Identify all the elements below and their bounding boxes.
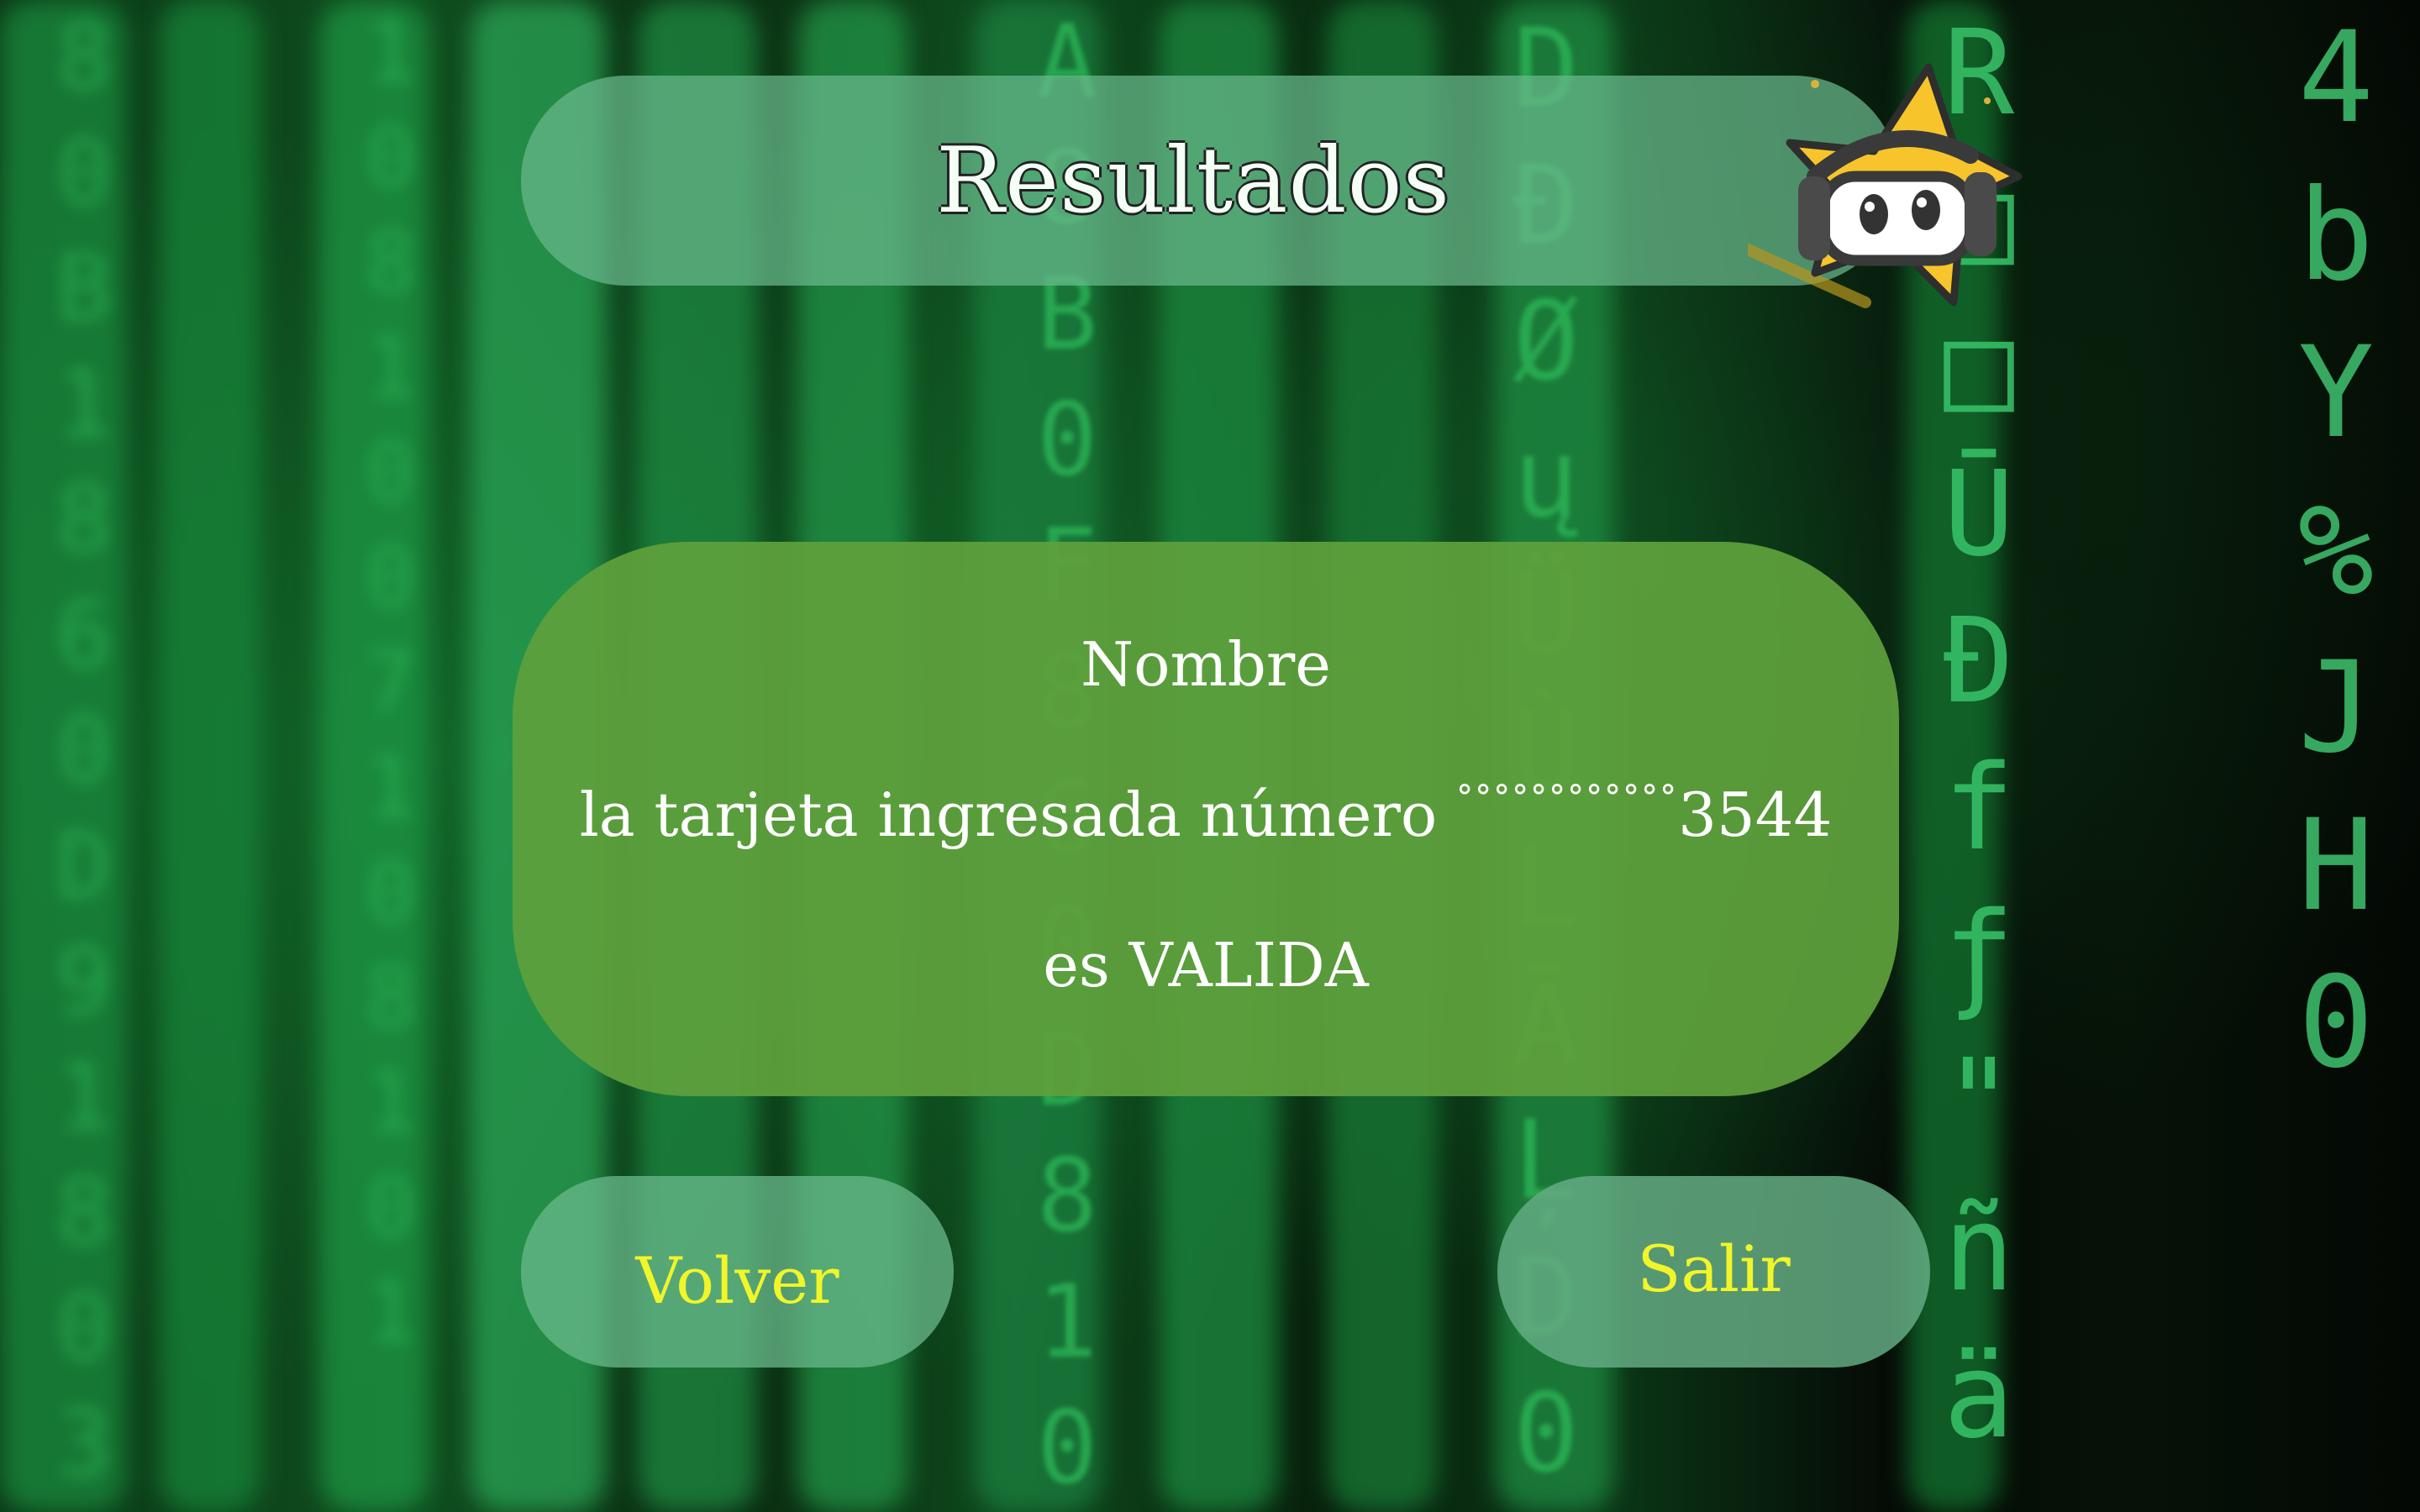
validation-status: es VALIDA bbox=[1043, 930, 1369, 1000]
background-glyphs: 1 0 8 1 0 0 7 1 0 8 1 0 1 bbox=[365, 3, 417, 1362]
background-column bbox=[160, 0, 260, 1512]
cardholder-name: Nombre bbox=[1081, 629, 1331, 700]
background-glyphs: 8 0 B 1 8 6 0 D 9 1 8 0 3 bbox=[55, 3, 113, 1497]
star-robot-mascot-icon bbox=[1691, 50, 2025, 353]
back-button[interactable]: Volver bbox=[521, 1176, 954, 1368]
results-header-banner: Resultados bbox=[521, 76, 1899, 286]
result-card: Nombre la tarjeta ingresada número °°°°°… bbox=[513, 542, 1899, 1096]
background-glyphs: 4 b Y % J H 0 bbox=[2297, 5, 2375, 1096]
card-number-mask: °°°°°°°°°°°° bbox=[1456, 779, 1679, 817]
back-button-label: Volver bbox=[635, 1242, 839, 1318]
page-title: Resultados bbox=[935, 128, 1451, 234]
card-last-digits: 3544 bbox=[1678, 780, 1833, 850]
exit-button[interactable]: Salir bbox=[1497, 1176, 1930, 1368]
card-number-prefix: la tarjeta ingresada número bbox=[579, 780, 1457, 850]
exit-button-label: Salir bbox=[1637, 1231, 1791, 1306]
card-number-line: la tarjeta ingresada número °°°°°°°°°°°°… bbox=[513, 779, 1899, 850]
